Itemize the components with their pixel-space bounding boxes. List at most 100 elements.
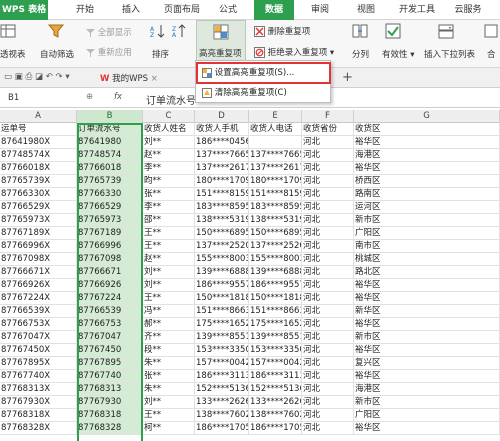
table-cell[interactable]: 87766671	[77, 266, 143, 279]
table-cell[interactable]: 186****9557	[195, 279, 249, 292]
function-icon[interactable]: fx	[114, 92, 122, 102]
table-cell[interactable]: 137****2617	[249, 162, 302, 175]
table-cell[interactable]: 87766539X	[0, 305, 77, 318]
table-cell[interactable]: 87767098X	[0, 253, 77, 266]
table-cell[interactable]: 裕华区	[354, 279, 500, 292]
table-cell[interactable]: 87748574X	[0, 149, 77, 162]
table-cell[interactable]: 138****5319	[249, 214, 302, 227]
table-cell[interactable]: 133****2626	[249, 396, 302, 409]
table-cell[interactable]: 151****8159	[249, 188, 302, 201]
header-cell[interactable]: 收货人姓名	[143, 123, 195, 136]
table-cell[interactable]: 137****7665	[195, 149, 249, 162]
table-cell[interactable]: 87768328	[77, 422, 143, 435]
table-cell[interactable]: 王**	[143, 240, 195, 253]
table-cell[interactable]: 河北	[302, 201, 354, 214]
table-cell[interactable]: 150****1818	[195, 292, 249, 305]
table-cell[interactable]: 齐**	[143, 331, 195, 344]
table-cell[interactable]: 河北	[302, 396, 354, 409]
table-cell[interactable]: 冯**	[143, 305, 195, 318]
table-cell[interactable]: 87766330X	[0, 188, 77, 201]
table-cell[interactable]: 河北	[302, 318, 354, 331]
table-cell[interactable]: 河北	[302, 214, 354, 227]
table-cell[interactable]: 昀**	[143, 175, 195, 188]
customize-chevron-icon[interactable]: ▾	[65, 72, 69, 82]
table-cell[interactable]: 87766996	[77, 240, 143, 253]
table-cell[interactable]: 183****8595	[249, 201, 302, 214]
table-cell[interactable]: 路北区	[354, 266, 500, 279]
preview-icon[interactable]: ◪	[35, 72, 43, 82]
table-cell[interactable]: 段**	[143, 344, 195, 357]
column-header-g[interactable]: G	[354, 110, 500, 123]
table-cell[interactable]: 87765973X	[0, 214, 77, 227]
table-cell[interactable]: 王**	[143, 292, 195, 305]
table-cell[interactable]: 87768328X	[0, 422, 77, 435]
table-cell[interactable]: 175****1652	[195, 318, 249, 331]
table-cell[interactable]: 裕华区	[354, 318, 500, 331]
table-cell[interactable]: 186****3113	[249, 370, 302, 383]
table-cell[interactable]: 87766926	[77, 279, 143, 292]
table-cell[interactable]: 186****0456	[195, 136, 249, 149]
table-cell[interactable]: 87641980X	[0, 136, 77, 149]
table-cell[interactable]: 87766330	[77, 188, 143, 201]
table-cell[interactable]: 南市区	[354, 240, 500, 253]
table-cell[interactable]: 138****7602	[195, 409, 249, 422]
table-cell[interactable]: 180****1709	[249, 175, 302, 188]
table-cell[interactable]: 139****8551	[249, 331, 302, 344]
table-cell[interactable]: 广阳区	[354, 409, 500, 422]
tab-insert[interactable]: 插入	[112, 0, 150, 20]
table-cell[interactable]: 87767224X	[0, 292, 77, 305]
table-cell[interactable]: 裕华区	[354, 370, 500, 383]
table-cell[interactable]: 河北	[302, 370, 354, 383]
undo-icon[interactable]: ↶	[46, 72, 53, 82]
table-cell[interactable]: 李**	[143, 201, 195, 214]
header-cell[interactable]: 收货人电话	[249, 123, 302, 136]
header-cell[interactable]: 收货人手机	[195, 123, 249, 136]
table-cell[interactable]: 河北	[302, 136, 354, 149]
new-tab-icon[interactable]: +	[342, 70, 353, 85]
table-cell[interactable]: 路南区	[354, 188, 500, 201]
table-cell[interactable]: 河北	[302, 331, 354, 344]
table-cell[interactable]: 河北	[302, 162, 354, 175]
table-cell[interactable]: 155****8003	[195, 253, 249, 266]
table-cell[interactable]: 刘**	[143, 266, 195, 279]
table-cell[interactable]: 87767740X	[0, 370, 77, 383]
table-cell[interactable]: 87768313X	[0, 383, 77, 396]
table-cell[interactable]: 157****0042	[195, 357, 249, 370]
table-cell[interactable]: 裕华区	[354, 422, 500, 435]
table-cell[interactable]: 87767189X	[0, 227, 77, 240]
column-header-c[interactable]: C	[143, 110, 195, 123]
header-cell[interactable]: 订单流水号	[77, 123, 143, 136]
table-cell[interactable]: 朱**	[143, 357, 195, 370]
table-cell[interactable]: 王**	[143, 227, 195, 240]
table-cell[interactable]: 河北	[302, 266, 354, 279]
table-cell[interactable]: 87765739	[77, 175, 143, 188]
table-cell[interactable]: 河北	[302, 227, 354, 240]
table-cell[interactable]: 87766671X	[0, 266, 77, 279]
header-cell[interactable]: 运单号	[0, 123, 77, 136]
merge-button[interactable]: 合	[487, 48, 496, 60]
table-cell[interactable]: 87768318X	[0, 409, 77, 422]
table-cell[interactable]: 裕华区	[354, 136, 500, 149]
table-cell[interactable]: 河北	[302, 240, 354, 253]
table-cell[interactable]: 河北	[302, 253, 354, 266]
reject-duplicates-button[interactable]: 拒绝录入重复项 ▾	[254, 46, 334, 58]
table-cell[interactable]: 裕华区	[354, 162, 500, 175]
table-cell[interactable]: 186****3113	[195, 370, 249, 383]
table-cell[interactable]: 河北	[302, 188, 354, 201]
table-cell[interactable]: 87767047X	[0, 331, 77, 344]
table-cell[interactable]: 87765739X	[0, 175, 77, 188]
table-cell[interactable]: 桥西区	[354, 175, 500, 188]
table-cell[interactable]: 180****1709	[195, 175, 249, 188]
table-cell[interactable]: 新华区	[354, 305, 500, 318]
table-cell[interactable]: 河北	[302, 279, 354, 292]
table-cell[interactable]: 桃城区	[354, 253, 500, 266]
table-cell[interactable]: 河北	[302, 409, 354, 422]
tab-review[interactable]: 审阅	[302, 0, 338, 20]
table-cell[interactable]: 87768313	[77, 383, 143, 396]
table-cell[interactable]: 87767930X	[0, 396, 77, 409]
column-header-a[interactable]: A	[0, 110, 77, 123]
table-cell[interactable]: 186****1705	[249, 422, 302, 435]
table-cell[interactable]	[249, 136, 302, 149]
table-cell[interactable]: 87766529X	[0, 201, 77, 214]
table-cell[interactable]: 186****9557	[249, 279, 302, 292]
